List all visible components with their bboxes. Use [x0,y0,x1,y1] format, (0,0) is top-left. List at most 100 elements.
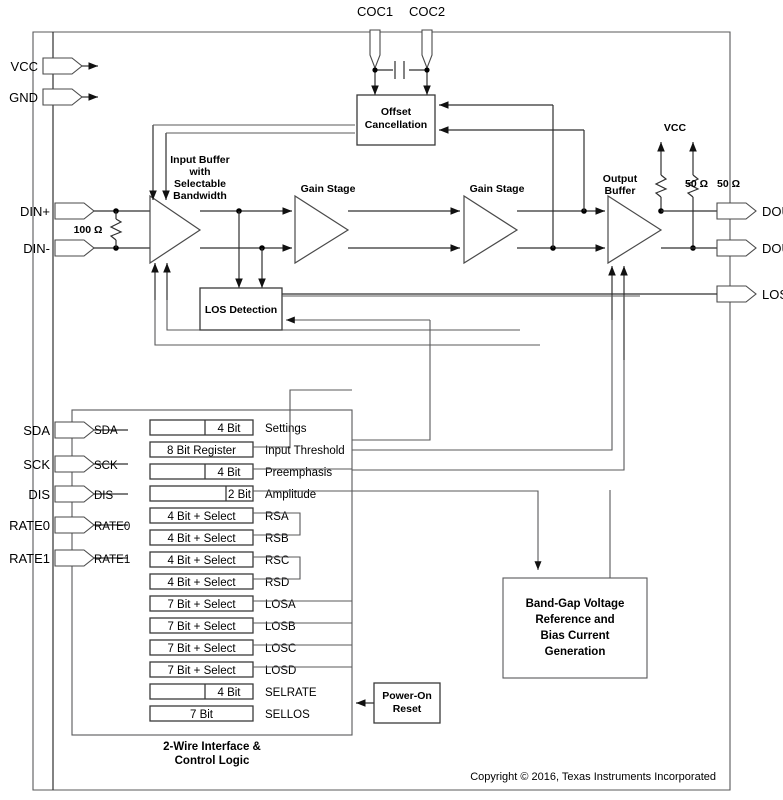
coc-capacitor-net [371,61,431,95]
pin-din-minus[interactable]: DIN- [23,239,150,257]
input-buffer-label-line4: Bandwidth [173,190,227,202]
pin-din-plus-label: DIN+ [20,204,50,219]
band-gap-label-line2: Reference and [535,614,614,626]
register-row[interactable]: 8 Bit Register Input Threshold [149,441,345,458]
los-detection-taps [235,211,266,288]
register-row[interactable]: 4 Bit Preemphasis [149,463,332,480]
register-field-text: 7 Bit + Select [167,665,236,677]
pin-rate0-label: RATE0 [9,518,50,533]
vcc-rail-label: VCC [664,122,687,134]
pin-coc2[interactable]: COC2 [409,4,445,70]
signal-path-bottom [200,244,605,252]
block-diagram-page: COC1 COC2 VCC GND DIN+ DIN- 100 Ω Input … [0,0,783,800]
offset-cancellation-label-line1: Offset [381,106,412,118]
control-logic-label-line1: 2-Wire Interface & [163,741,261,753]
output-buffer: Output Buffer [603,173,663,265]
copyright-notice: Copyright © 2016, Texas Instruments Inco… [470,771,716,783]
register-field-text: 7 Bit + Select [167,643,236,655]
register-field-text: 7 Bit + Select [167,621,236,633]
input-buffer-label-line2: with [189,166,211,178]
register-name-label: Settings [265,423,307,435]
internal-label-rate1: RATE1 [94,554,130,566]
input-buffer-label-line3: Selectable [174,178,226,190]
band-gap-block: Band-Gap Voltage Reference and Bias Curr… [502,577,648,679]
output-buffer-label-line1: Output [603,173,638,185]
register-row[interactable]: 4 Bit Settings [149,419,307,436]
pin-coc1-label: COC1 [357,4,393,19]
los-detection-label: LOS Detection [205,304,277,316]
register-row[interactable]: 7 Bit + Select LOSD [149,661,296,678]
register-name-label: SELLOS [265,709,310,721]
power-on-reset-label-line1: Power-On [382,690,432,702]
register-name-label: SELRATE [265,687,317,699]
register-row[interactable]: 2 Bit Amplitude [149,485,316,502]
register-row[interactable]: 7 Bit + Select LOSB [149,617,296,634]
input-buffer: Input Buffer with Selectable Bandwidth [149,154,230,265]
register-field-text: 4 Bit [217,423,241,435]
offset-cancellation-label-line2: Cancellation [365,119,427,131]
pin-din-plus[interactable]: DIN+ [20,202,150,220]
register-field-text: 4 Bit + Select [167,577,236,589]
resistor-50-ohm-2-label: 50 Ω [717,178,740,190]
register-field-text: 7 Bit + Select [167,599,236,611]
register-row[interactable]: 4 Bit + Select RSC [149,551,289,568]
resistor-50-ohm-1-label: 50 Ω [685,178,708,190]
pin-coc2-label: COC2 [409,4,445,19]
register-field-text: 4 Bit [217,467,241,479]
register-field-text: 4 Bit + Select [167,555,236,567]
pin-los[interactable]: LOS [264,285,783,303]
internal-label-dis: DIS [94,490,114,502]
register-field-text: 4 Bit + Select [167,511,236,523]
register-row[interactable]: 7 Bit + Select LOSA [149,595,296,612]
power-on-reset-block: Power-On Reset [356,682,441,724]
gain-stage-1: Gain Stage [294,183,356,265]
pin-sck-label: SCK [23,457,50,472]
pin-dout-minus-label: DOUT- [762,241,783,256]
pin-gnd[interactable]: GND [9,88,98,106]
gain-stage-1-label: Gain Stage [301,183,356,195]
band-gap-label-line4: Generation [545,646,606,658]
input-buffer-label-line1: Input Buffer [170,154,230,166]
band-gap-label-line3: Bias Current [540,630,609,642]
register-field-text: 2 Bit [228,489,252,501]
band-gap-label-line1: Band-Gap Voltage [526,598,625,610]
internal-label-sda: SDA [94,425,118,437]
signal-path-top [200,207,605,215]
gain-stage-2: Gain Stage [463,183,525,265]
pin-dout-minus[interactable]: DOUT- [716,239,783,257]
pin-rate1-label: RATE1 [9,551,50,566]
pin-vcc[interactable]: VCC [11,57,98,75]
output-buffer-label-line2: Buffer [605,185,636,197]
register-row[interactable]: 7 Bit SELLOS [149,705,310,722]
register-row[interactable]: 4 Bit + Select RSA [149,507,289,524]
pin-dout-plus[interactable]: DOUT+ [716,202,783,220]
register-field-text: 4 Bit [217,687,241,699]
power-on-reset-label-line2: Reset [393,703,422,715]
resistor-100-ohm-label: 100 Ω [74,224,103,236]
register-row[interactable]: 7 Bit + Select LOSC [149,639,296,656]
internal-label-rate0: RATE0 [94,521,130,533]
output-pullup-network: VCC 50 Ω 50 Ω [654,122,740,251]
pin-din-minus-label: DIN- [23,241,50,256]
functional-block-diagram: COC1 COC2 VCC GND DIN+ DIN- 100 Ω Input … [9,4,783,791]
band-gap-feed [352,490,611,578]
junction-dot [372,67,378,73]
register-field-text: 4 Bit + Select [167,533,236,545]
register-row[interactable]: 4 Bit SELRATE [149,683,317,700]
pin-dis-label: DIS [28,487,50,502]
register-field-text: 7 Bit [190,709,214,721]
junction-dot [424,67,430,73]
pin-dout-plus-label: DOUT+ [762,204,783,219]
register-row[interactable]: 4 Bit + Select RSD [149,573,289,590]
control-logic-label-line2: Control Logic [175,755,250,767]
pin-coc1[interactable]: COC1 [357,4,393,70]
pin-los-label: LOS [762,287,783,302]
output-buffer-control-arrows [352,266,628,471]
gain-stage-2-label: Gain Stage [470,183,525,195]
register-row[interactable]: 4 Bit + Select RSB [149,529,289,546]
pin-sda-label: SDA [23,423,50,438]
capacitor-symbol [394,61,405,79]
register-field-text: 8 Bit Register [167,445,236,457]
internal-label-sck: SCK [94,460,118,472]
pin-vcc-label: VCC [11,59,38,74]
